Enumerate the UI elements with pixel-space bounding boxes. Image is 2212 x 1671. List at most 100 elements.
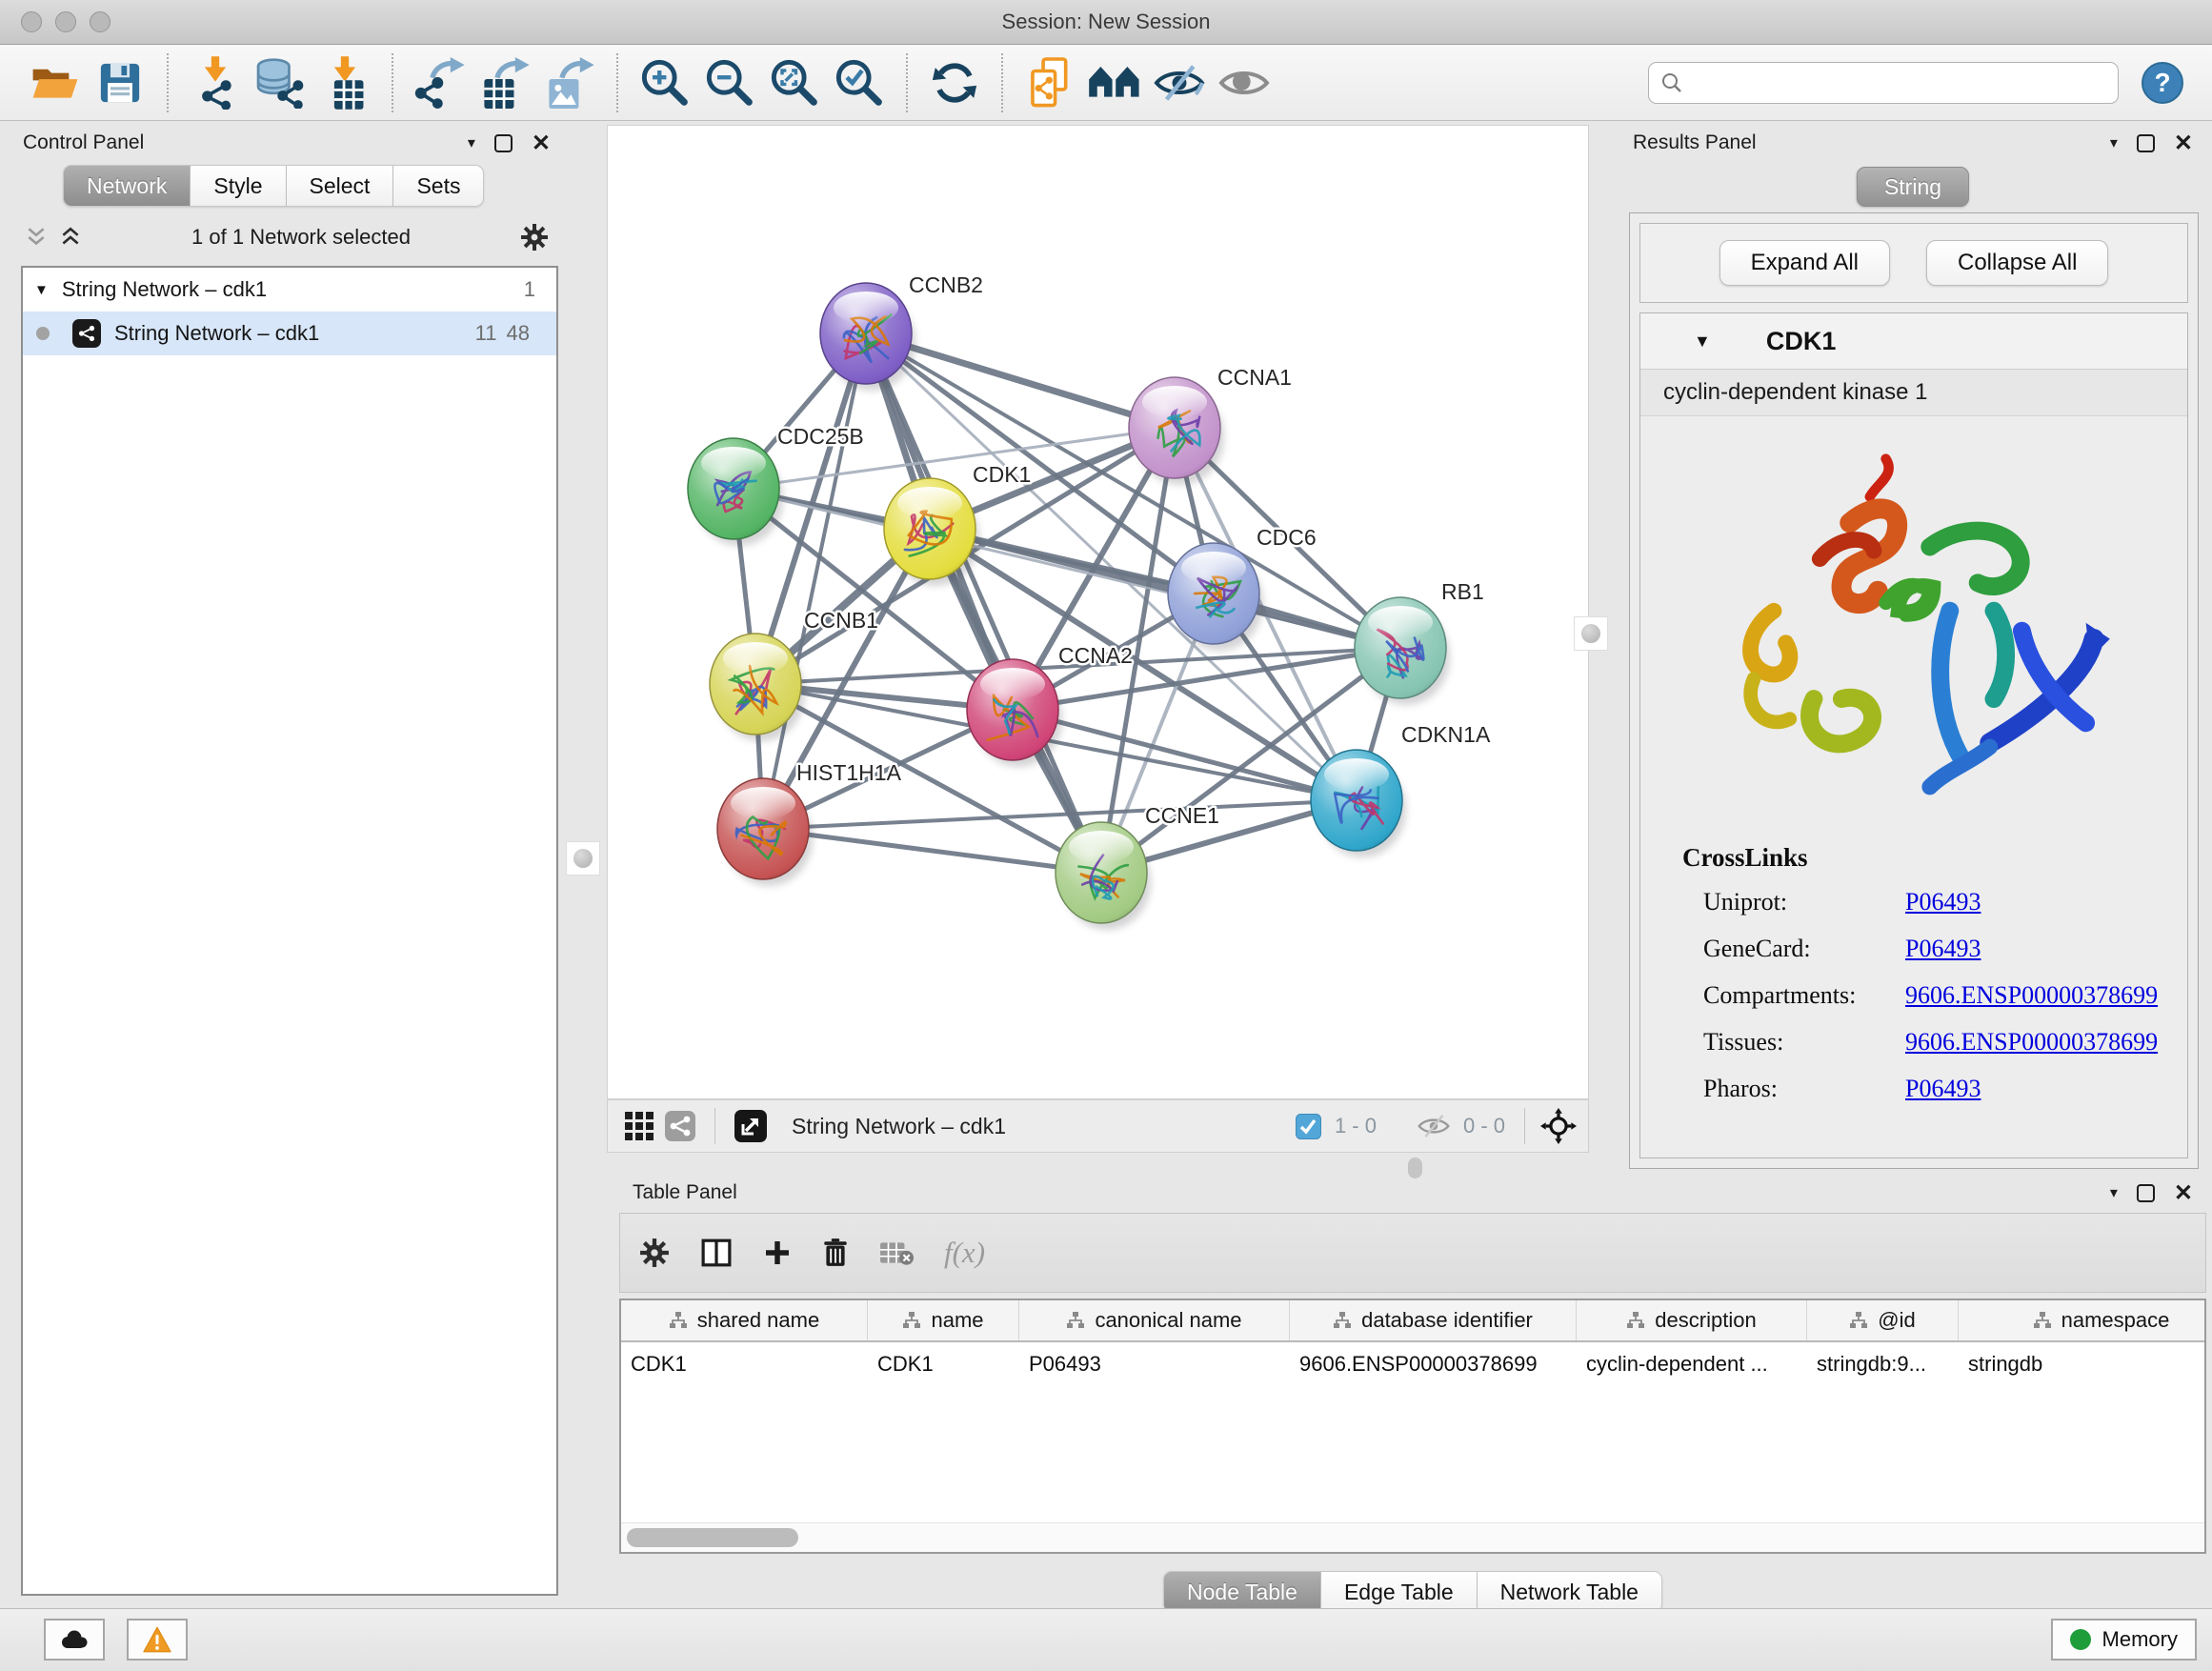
panel-float-icon[interactable] [2137,134,2155,152]
column-header-namespace[interactable]: namespace [1959,1300,2206,1340]
collapse-all-icon[interactable] [25,227,48,248]
zoom-selected-icon[interactable] [833,55,886,111]
column-header-name[interactable]: name [868,1300,1019,1340]
column-header-canonical-name[interactable]: canonical name [1019,1300,1290,1340]
save-session-icon[interactable] [93,55,147,111]
open-folder-icon[interactable] [29,55,82,111]
network-edge[interactable] [866,333,1101,873]
cloud-button[interactable] [44,1619,105,1661]
fit-selected-icon[interactable] [1524,1108,1577,1144]
expand-all-icon[interactable] [59,227,82,248]
panel-float-icon[interactable] [494,134,513,152]
network-share-view-icon[interactable] [665,1111,695,1141]
network-node-rb1[interactable] [1355,597,1450,705]
network-node-ccnb2[interactable] [820,283,915,391]
search-box[interactable] [1648,62,2119,104]
network-node-ccna2[interactable] [967,659,1062,767]
export-table-icon[interactable] [478,55,532,111]
panel-menu-icon[interactable]: ▾ [2110,1183,2118,1202]
export-network-icon[interactable] [413,55,467,111]
results-panel: Results Panel ▾ ✕ String Expand All Coll… [1619,125,2206,1173]
tab-sets[interactable]: Sets [393,165,484,207]
network-node-cdc25b[interactable] [688,438,783,546]
panel-float-icon[interactable] [2137,1184,2155,1202]
network-node-ccna1[interactable] [1129,377,1224,485]
table-cell[interactable]: cyclin-dependent ... [1577,1352,1807,1377]
zoom-fit-icon[interactable] [768,55,821,111]
column-header--id[interactable]: @id [1807,1300,1959,1340]
crosslink-link[interactable]: 9606.ENSP00000378699 [1905,981,2158,1010]
protein-card-header[interactable]: ▼ CDK1 [1640,313,2187,370]
column-header-database-identifier[interactable]: database identifier [1290,1300,1577,1340]
network-node-cdk1[interactable] [884,478,979,586]
network-options-gear-icon[interactable] [520,223,549,252]
table-row[interactable]: CDK1CDK1P064939606.ENSP00000378699cyclin… [621,1342,2204,1386]
tab-node-table[interactable]: Node Table [1163,1571,1321,1613]
tab-string[interactable]: String [1857,167,1969,207]
network-node-cdkn1a[interactable] [1311,750,1406,857]
crosslink-link[interactable]: P06493 [1905,1075,1981,1103]
column-header-description[interactable]: description [1577,1300,1807,1340]
network-row[interactable]: String Network – cdk1 11 48 [23,312,556,355]
tab-network-table[interactable]: Network Table [1478,1571,1662,1613]
right-splitter-handle[interactable] [1574,616,1608,651]
expand-all-button[interactable]: Expand All [1719,240,1890,286]
panel-menu-icon[interactable]: ▾ [468,133,475,152]
network-edge[interactable] [763,829,1101,873]
search-input[interactable] [1693,70,2106,96]
table-cell[interactable]: 9606.ENSP00000378699 [1290,1352,1577,1377]
collapse-all-button[interactable]: Collapse All [1926,240,2108,286]
network-collection-row[interactable]: ▼ String Network – cdk1 1 [23,268,556,312]
panel-close-icon[interactable]: ✕ [2174,130,2193,157]
tab-style[interactable]: Style [191,165,286,207]
table-horizontal-scrollbar[interactable] [621,1522,2204,1552]
import-database-icon[interactable] [253,55,307,111]
panel-close-icon[interactable]: ✕ [532,130,551,157]
zoom-out-icon[interactable] [703,55,756,111]
export-image-icon[interactable] [543,55,596,111]
collection-expand-icon[interactable]: ▼ [34,282,49,298]
collapse-protein-icon[interactable]: ▼ [1694,332,1711,352]
import-table-icon[interactable] [318,55,372,111]
network-node-ccne1[interactable] [1056,822,1151,930]
network-edge[interactable] [930,529,1400,648]
add-column-icon[interactable] [763,1238,792,1267]
eye-icon[interactable] [1217,55,1271,111]
open-in-window-icon[interactable] [734,1110,767,1142]
network-canvas[interactable]: CCNB2CCNA1CDC25BCDK1CDC6RB1CCNB1CCNA2CDK… [607,125,1589,1099]
copy-share-document-icon[interactable] [1023,55,1076,111]
show-columns-icon[interactable] [700,1238,733,1268]
eye-slash-icon[interactable] [1153,55,1206,111]
table-cell[interactable]: stringdb:9... [1807,1352,1959,1377]
table-cell[interactable]: P06493 [1019,1352,1290,1377]
crosslink-link[interactable]: P06493 [1905,935,1981,963]
help-button[interactable]: ? [2140,60,2185,106]
selected-checkbox-icon[interactable] [1296,1114,1321,1139]
delete-column-trash-icon[interactable] [822,1238,849,1268]
tab-network[interactable]: Network [63,165,191,207]
panel-close-icon[interactable]: ✕ [2174,1179,2193,1207]
grid-view-icon[interactable] [625,1112,654,1140]
left-splitter-handle[interactable] [566,841,600,876]
column-header-shared-name[interactable]: shared name [621,1300,868,1340]
memory-button[interactable]: Memory [2051,1619,2197,1661]
warning-button[interactable] [127,1619,188,1661]
table-settings-gear-icon[interactable] [639,1238,670,1268]
houses-icon[interactable] [1088,55,1141,111]
refresh-layout-icon[interactable] [928,55,981,111]
tab-edge-table[interactable]: Edge Table [1321,1571,1478,1613]
crosslink-link[interactable]: P06493 [1905,888,1981,916]
panel-menu-icon[interactable]: ▾ [2110,133,2118,152]
table-cell[interactable]: CDK1 [868,1352,1019,1377]
table-cell[interactable]: CDK1 [621,1352,868,1377]
network-graph[interactable]: CCNB2CCNA1CDC25BCDK1CDC6RB1CCNB1CCNA2CDK… [608,126,1588,1098]
scrollbar-thumb[interactable] [627,1528,798,1547]
crosslink-label: Uniprot: [1703,888,1905,916]
crosslink-link[interactable]: 9606.ENSP00000378699 [1905,1028,2158,1057]
import-network-icon[interactable] [189,55,242,111]
hidden-eye-slash-icon[interactable] [1418,1114,1450,1138]
tab-select[interactable]: Select [287,165,394,207]
table-cell[interactable]: stringdb [1959,1352,2206,1377]
network-node-hist1h1a[interactable] [717,778,813,886]
zoom-in-icon[interactable] [638,55,692,111]
